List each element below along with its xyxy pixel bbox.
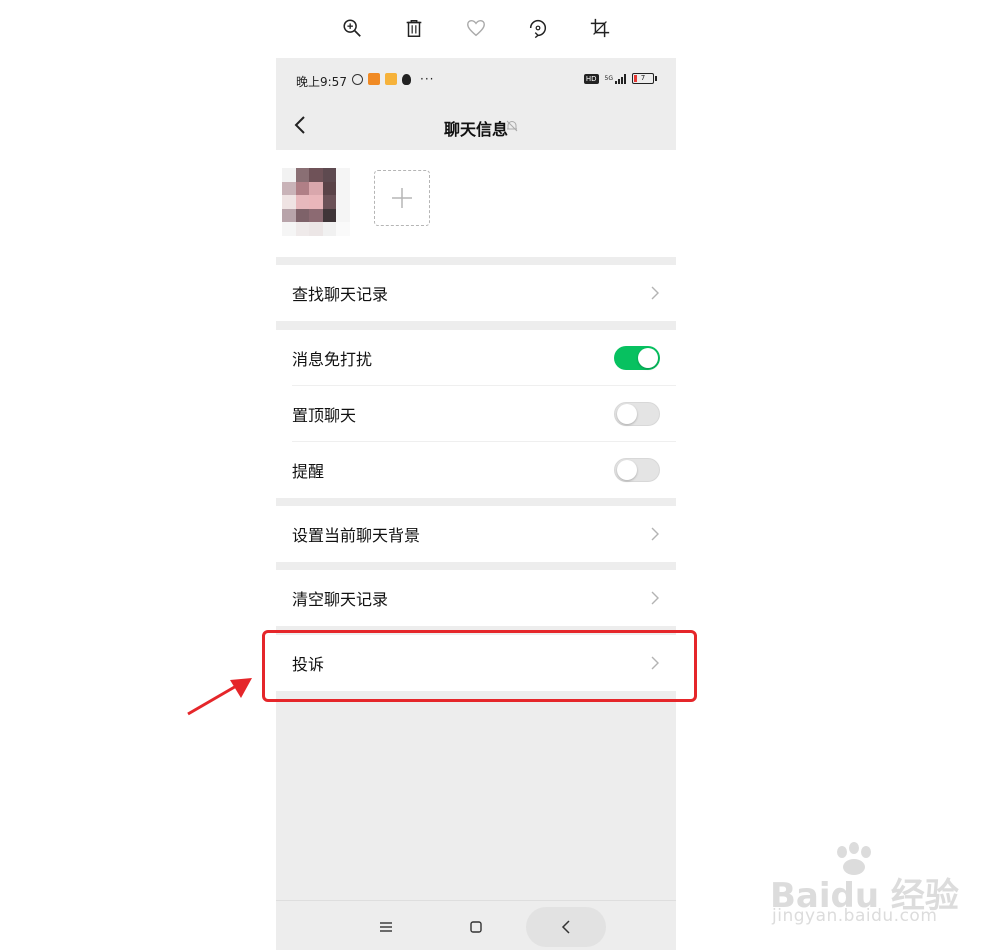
chevron-left-icon [561, 920, 570, 934]
trash-icon[interactable] [400, 14, 428, 42]
pin-chat-label: 置顶聊天 [292, 406, 357, 425]
avatar[interactable] [282, 168, 350, 236]
search-history-item[interactable]: 查找聊天记录 [276, 265, 676, 321]
system-nav-bar [276, 900, 676, 950]
page-title: 聊天信息 [443, 120, 508, 139]
search-history-label: 查找聊天记录 [292, 285, 389, 304]
phone-screen: 晚上9:57 ··· HD 5G 7 聊天信息 查找聊天记录 消息免打扰 置顶聊… [276, 58, 676, 950]
battery-level: 7 [640, 74, 646, 82]
chevron-right-icon [651, 286, 659, 300]
alarm-icon [352, 73, 363, 85]
members-card [276, 150, 676, 257]
rotate-icon[interactable] [524, 14, 552, 42]
home-square-icon [470, 921, 482, 933]
mute-toggle[interactable] [614, 346, 660, 370]
status-time: 晚上9:57 [296, 75, 347, 89]
battery-icon: 7 [632, 73, 657, 84]
hd-icon: HD [583, 73, 599, 84]
chevron-right-icon [651, 527, 659, 541]
zoom-in-icon[interactable] [338, 14, 366, 42]
network-type: 5G [604, 75, 613, 82]
mute-label: 消息免打扰 [292, 350, 373, 369]
highlight-box [262, 630, 697, 702]
arrow-icon [187, 678, 252, 716]
chat-background-item[interactable]: 设置当前聊天背景 [276, 506, 676, 562]
baidu-watermark: Baidu 经验 jingyan.baidu.com [770, 842, 970, 932]
pin-chat-toggle[interactable] [614, 402, 660, 426]
app-badge-icon [385, 73, 397, 85]
remind-toggle[interactable] [614, 458, 660, 482]
mute-bell-icon [506, 120, 518, 132]
settings-group: 消息免打扰 置顶聊天 提醒 [276, 330, 676, 498]
nav-header: 聊天信息 [276, 102, 676, 148]
heart-icon[interactable] [462, 14, 490, 42]
crop-icon[interactable] [586, 14, 614, 42]
status-right-icons: HD 5G 7 [583, 73, 657, 84]
clear-history-label: 清空聊天记录 [292, 590, 389, 609]
notification-icons: ··· [352, 72, 434, 86]
chevron-right-icon [651, 591, 659, 605]
clear-group: 清空聊天记录 [276, 570, 676, 626]
home-button[interactable] [436, 907, 516, 947]
search-group: 查找聊天记录 [276, 265, 676, 321]
background-group: 设置当前聊天背景 [276, 506, 676, 562]
viewer-toolbar [0, 8, 1002, 48]
mute-item: 消息免打扰 [276, 330, 676, 386]
plus-icon [392, 188, 412, 208]
remind-label: 提醒 [292, 462, 325, 481]
watermark-url: jingyan.baidu.com [772, 906, 938, 926]
pin-chat-item: 置顶聊天 [276, 386, 676, 442]
status-bar: 晚上9:57 ··· HD 5G 7 [276, 58, 676, 102]
chat-background-label: 设置当前聊天背景 [292, 526, 421, 545]
app-notification-icon [368, 73, 380, 85]
remind-item: 提醒 [276, 442, 676, 498]
more-notifications: ··· [420, 72, 435, 86]
add-member-button[interactable] [374, 170, 430, 226]
menu-icon [380, 922, 392, 932]
system-back-button[interactable] [526, 907, 606, 947]
qq-icon [402, 73, 411, 85]
menu-button[interactable] [346, 907, 426, 947]
signal-icon [615, 73, 626, 84]
clear-history-item[interactable]: 清空聊天记录 [276, 570, 676, 626]
